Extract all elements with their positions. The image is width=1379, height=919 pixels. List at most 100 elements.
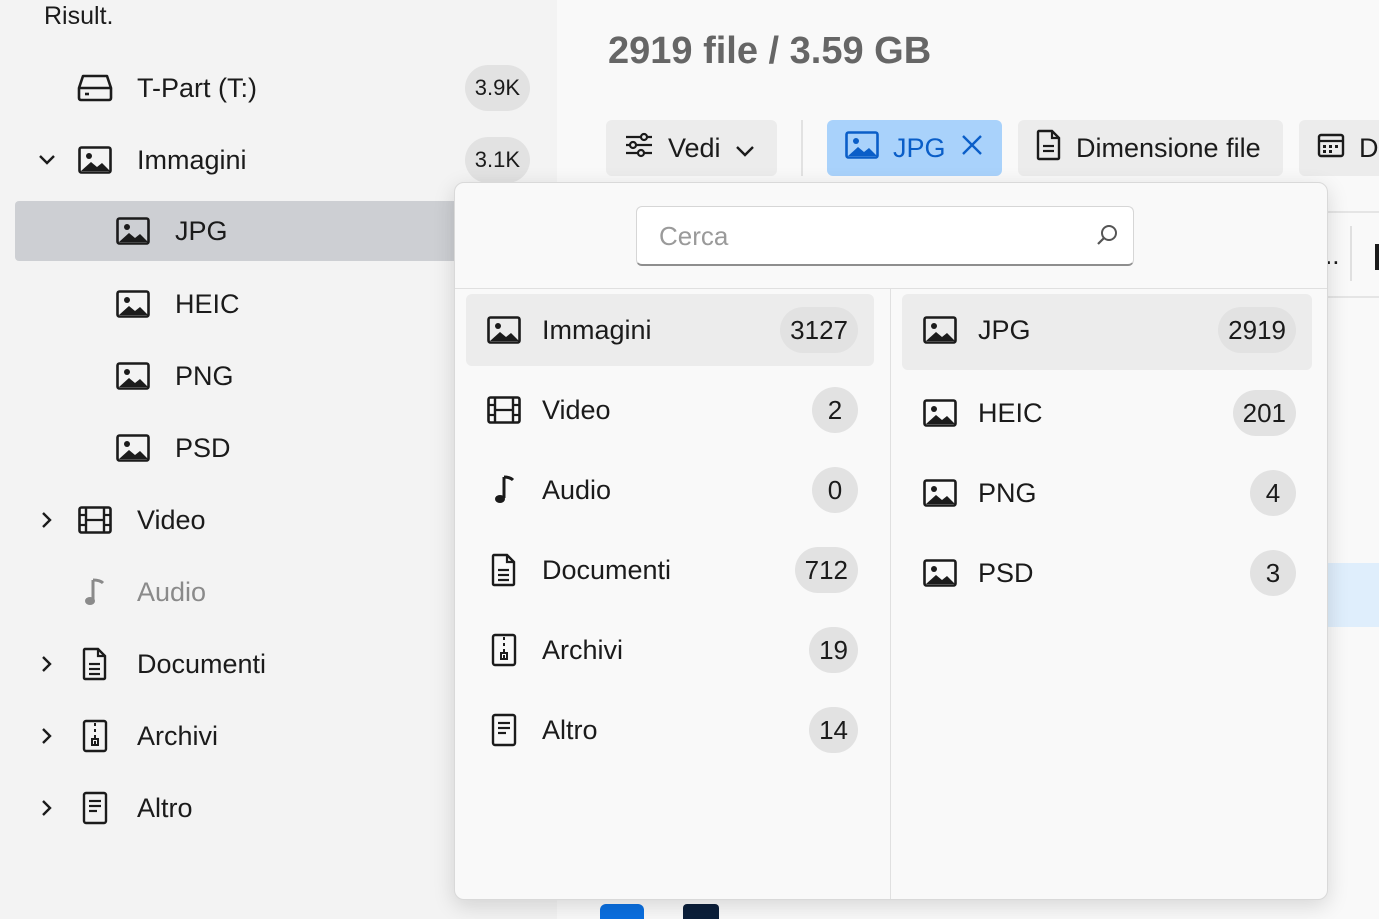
filter-chip-label: JPG: [893, 132, 946, 163]
category-item-archivi[interactable]: Archivi 19: [466, 614, 874, 686]
count-badge: 3.9K: [464, 65, 530, 111]
page-title: 2919 file / 3.59 GB: [608, 30, 932, 72]
image-icon: [115, 213, 151, 249]
count-badge: 2919: [1218, 307, 1296, 353]
image-icon: [115, 286, 151, 322]
header-divider: [1327, 296, 1379, 298]
sidebar-item-label: HEIC: [175, 289, 240, 319]
search-input[interactable]: [637, 207, 1077, 265]
date-filter-label: D: [1359, 132, 1379, 163]
image-icon: [845, 130, 879, 166]
category-label: Altro: [542, 715, 598, 745]
count-badge: 3127: [780, 307, 858, 353]
selected-row-highlight: [1327, 563, 1379, 627]
image-icon: [115, 430, 151, 466]
image-icon: [115, 358, 151, 394]
search-icon: [1095, 223, 1119, 252]
count-badge: 19: [809, 627, 858, 673]
sidebar-title: Risult.: [44, 2, 114, 30]
category-item-audio[interactable]: Audio 0: [466, 454, 874, 526]
other-file-icon: [77, 790, 113, 826]
count-badge: 4: [1250, 470, 1296, 516]
date-filter-button[interactable]: D: [1299, 120, 1379, 176]
image-icon: [922, 312, 958, 348]
sidebar-item-immagini[interactable]: Immagini 3.1K: [15, 130, 557, 190]
jpg-filter-chip[interactable]: JPG: [827, 120, 1002, 176]
subtype-label: PNG: [978, 478, 1037, 508]
close-icon[interactable]: [960, 133, 984, 164]
search-field[interactable]: [636, 206, 1134, 266]
chevron-down-icon[interactable]: [37, 150, 57, 170]
file-size-label: Dimensione file: [1076, 132, 1261, 163]
sidebar-item-label: PSD: [175, 433, 231, 463]
file-type-dropdown: Immagini 3127 Video 2 Audio 0 Documenti …: [454, 182, 1328, 900]
category-label: Documenti: [542, 555, 672, 585]
music-note-icon: [486, 472, 522, 508]
film-icon: [486, 392, 522, 428]
text-cursor: [1375, 244, 1379, 270]
file-type-icon: [683, 904, 719, 919]
category-label: Video: [542, 395, 611, 425]
sidebar-item-label: Documenti: [137, 649, 267, 679]
sidebar-item-label: Immagini: [137, 145, 247, 175]
image-icon: [486, 312, 522, 348]
subtype-item-jpg[interactable]: JPG 2919: [902, 294, 1312, 370]
other-file-icon: [486, 712, 522, 748]
category-label: Archivi: [542, 635, 624, 665]
count-badge: 712: [794, 547, 858, 593]
subtype-label: PSD: [978, 558, 1034, 588]
count-badge: 3: [1250, 550, 1296, 596]
category-item-altro[interactable]: Altro 14: [466, 694, 874, 766]
drive-icon: [77, 70, 113, 106]
chevron-right-icon[interactable]: [37, 510, 57, 530]
image-icon: [77, 142, 113, 178]
subtype-item-psd[interactable]: PSD 3: [902, 537, 1312, 609]
document-icon: [77, 646, 113, 682]
category-label: Audio: [542, 475, 612, 505]
header-divider: [1327, 211, 1379, 213]
chevron-down-icon: [735, 133, 755, 164]
sidebar-item-label: Altro: [137, 793, 193, 823]
sidebar-item-label: Archivi: [137, 721, 219, 751]
category-item-documenti[interactable]: Documenti 712: [466, 534, 874, 606]
sidebar-item-label: Audio: [137, 577, 207, 607]
document-icon: [486, 552, 522, 588]
film-icon: [77, 502, 113, 538]
archive-icon: [486, 632, 522, 668]
count-badge: 2: [812, 387, 858, 433]
subtype-item-png[interactable]: PNG 4: [902, 457, 1312, 529]
chevron-right-icon[interactable]: [37, 798, 57, 818]
file-thumbnail: [600, 904, 644, 919]
popup-divider: [890, 289, 891, 899]
count-badge: 14: [809, 707, 858, 753]
subtype-item-heic[interactable]: HEIC 201: [902, 377, 1312, 449]
chevron-right-icon[interactable]: [37, 726, 57, 746]
image-icon: [922, 555, 958, 591]
image-icon: [922, 475, 958, 511]
sidebar-item-label: T-Part (T:): [137, 73, 257, 103]
category-label: Immagini: [542, 315, 652, 345]
count-badge: 201: [1232, 390, 1296, 436]
count-badge: 0: [812, 467, 858, 513]
music-note-icon: [77, 574, 113, 610]
image-icon: [922, 395, 958, 431]
view-button-label: Vedi: [668, 132, 721, 163]
view-button[interactable]: Vedi: [606, 120, 777, 176]
sidebar-item-drive[interactable]: T-Part (T:) 3.9K: [15, 58, 557, 118]
category-item-immagini[interactable]: Immagini 3127: [466, 294, 874, 366]
column-separator: [1350, 226, 1352, 281]
subtype-label: HEIC: [978, 398, 1043, 428]
sidebar-item-label: Video: [137, 505, 206, 535]
document-icon: [1036, 129, 1062, 168]
category-item-video[interactable]: Video 2: [466, 374, 874, 446]
toolbar-divider: [801, 120, 803, 176]
file-size-filter-button[interactable]: Dimensione file: [1018, 120, 1283, 176]
calendar-icon: [1317, 132, 1345, 165]
count-badge: 3.1K: [464, 137, 530, 183]
sliders-icon: [624, 132, 654, 165]
sidebar-item-label: JPG: [175, 216, 228, 246]
sidebar-item-label: PNG: [175, 361, 234, 391]
popup-divider: [455, 288, 1327, 289]
subtype-label: JPG: [978, 315, 1031, 345]
chevron-right-icon[interactable]: [37, 654, 57, 674]
